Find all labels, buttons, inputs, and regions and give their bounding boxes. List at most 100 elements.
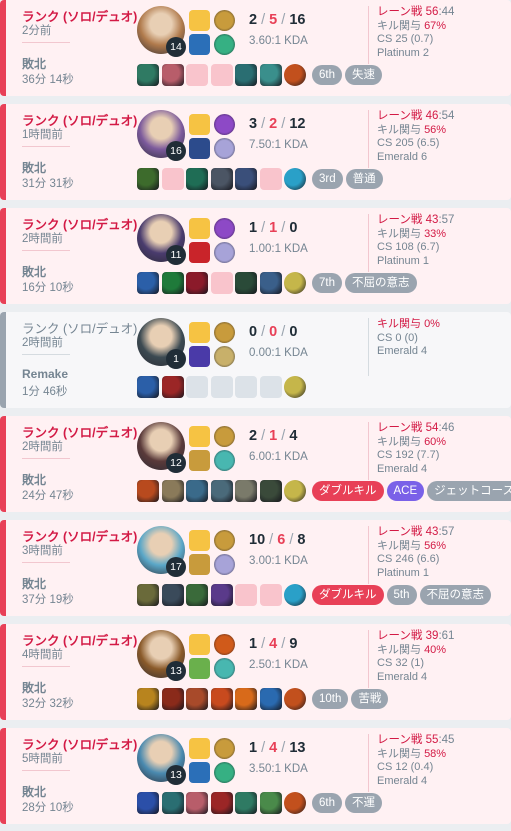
item-slot-icon[interactable] bbox=[161, 584, 184, 606]
match-card[interactable]: ランク (ソロ/デュオ) 4時間前 敗北 32分 32秒 13 1 / 4 / 9 2.50… bbox=[0, 624, 511, 720]
secondary-rune-icon[interactable] bbox=[214, 762, 235, 783]
item-slot-icon[interactable] bbox=[235, 480, 257, 502]
item-slot-icon[interactable] bbox=[186, 792, 208, 814]
summoner-spell-1-icon[interactable] bbox=[189, 426, 210, 447]
item-slot-icon[interactable] bbox=[186, 272, 208, 294]
item-slot-icon[interactable] bbox=[137, 272, 159, 294]
summoner-spell-1-icon[interactable] bbox=[189, 738, 210, 759]
summoner-spell-1-icon[interactable] bbox=[189, 114, 210, 135]
average-tier: Platinum 1 bbox=[377, 254, 429, 267]
summoner-spell-2-icon[interactable] bbox=[189, 450, 210, 471]
keystone-rune-icon[interactable] bbox=[214, 530, 235, 551]
item-slot-icon[interactable] bbox=[137, 480, 159, 502]
secondary-rune-icon[interactable] bbox=[214, 554, 235, 575]
summoner-spell-1-icon[interactable] bbox=[189, 322, 210, 343]
match-card[interactable]: ランク (ソロ/デュオ) 2分前 敗北 36分 14秒 14 2 / 5 / 16 3.60… bbox=[0, 0, 511, 96]
summoner-spell-2-icon[interactable] bbox=[189, 34, 210, 55]
item-slot-icon[interactable] bbox=[235, 792, 257, 814]
item-slot-icon[interactable] bbox=[210, 688, 233, 710]
kills: 1 bbox=[249, 220, 258, 236]
keystone-rune-icon[interactable] bbox=[214, 634, 235, 655]
item-slot-icon[interactable] bbox=[259, 688, 282, 710]
item-slot-icon[interactable] bbox=[137, 376, 159, 398]
trinket-slot-icon[interactable] bbox=[284, 64, 306, 86]
item-slot-icon[interactable] bbox=[161, 272, 184, 294]
item-slot-icon[interactable] bbox=[137, 688, 159, 710]
item-slot-icon[interactable] bbox=[235, 688, 257, 710]
item-slot-icon[interactable] bbox=[186, 688, 208, 710]
kda-score: 1 / 4 / 9 bbox=[249, 636, 297, 652]
match-badge: 6th bbox=[312, 65, 342, 85]
keystone-rune-icon[interactable] bbox=[214, 218, 235, 239]
item-slot-icon[interactable] bbox=[137, 168, 159, 190]
item-slot-icon[interactable] bbox=[186, 480, 208, 502]
item-slot-icon[interactable] bbox=[137, 64, 159, 86]
trinket-slot-icon[interactable] bbox=[284, 376, 306, 398]
match-card[interactable]: ランク (ソロ/デュオ) 2時間前 Remake 1分 46秒 1 0 / 0 / 0 0.… bbox=[0, 312, 511, 408]
trinket-slot-icon[interactable] bbox=[284, 168, 306, 190]
keystone-rune-icon[interactable] bbox=[214, 10, 235, 31]
trinket-slot-icon[interactable] bbox=[284, 792, 306, 814]
secondary-rune-icon[interactable] bbox=[214, 138, 235, 159]
match-card[interactable]: ランク (ソロ/デュオ) 5時間前 敗北 28分 10秒 13 1 / 4 / 13 3.5… bbox=[0, 728, 511, 824]
kill-participation-value: 33% bbox=[424, 227, 447, 240]
lane-rest: :46 bbox=[438, 422, 454, 434]
match-card[interactable]: ランク (ソロ/デュオ) 2時間前 敗北 16分 10秒 11 1 / 1 / 0 1.00… bbox=[0, 208, 511, 304]
trinket-slot-icon[interactable] bbox=[284, 688, 306, 710]
item-slot-icon[interactable] bbox=[186, 584, 208, 606]
keystone-rune-icon[interactable] bbox=[214, 114, 235, 135]
item-slot-icon[interactable] bbox=[210, 792, 233, 814]
summoner-spell-2-icon[interactable] bbox=[189, 554, 210, 575]
summoner-spell-1-icon[interactable] bbox=[189, 634, 210, 655]
item-slot-icon[interactable] bbox=[259, 64, 282, 86]
item-slot-icon[interactable] bbox=[186, 168, 208, 190]
item-slot-icon[interactable] bbox=[210, 584, 233, 606]
summoner-spell-2-icon[interactable] bbox=[189, 242, 210, 263]
match-card[interactable]: ランク (ソロ/デュオ) 2時間前 敗北 24分 47秒 12 2 / 1 / 4 6.00… bbox=[0, 416, 511, 512]
summoner-spell-2-icon[interactable] bbox=[189, 658, 210, 679]
secondary-rune-icon[interactable] bbox=[214, 346, 235, 367]
match-stats: レーン戦 56:44 キル関与 67% CS 25 (0.7) Platinum 2 bbox=[377, 6, 454, 60]
info-divider bbox=[22, 770, 70, 771]
keystone-rune-icon[interactable] bbox=[214, 322, 235, 343]
match-badge: 3rd bbox=[312, 169, 343, 189]
trinket-slot-icon[interactable] bbox=[284, 480, 306, 502]
lane-rest: :54 bbox=[438, 110, 454, 122]
keystone-rune-icon[interactable] bbox=[214, 738, 235, 759]
summoner-spell-2-icon[interactable] bbox=[189, 762, 210, 783]
item-slot-icon[interactable] bbox=[161, 376, 184, 398]
item-slot-icon[interactable] bbox=[235, 64, 257, 86]
match-card[interactable]: ランク (ソロ/デュオ) 3時間前 敗北 37分 19秒 17 10 / 6 / 8 3.0… bbox=[0, 520, 511, 616]
trinket-slot-icon[interactable] bbox=[284, 584, 306, 606]
item-slot-icon[interactable] bbox=[259, 792, 282, 814]
secondary-rune-icon[interactable] bbox=[214, 658, 235, 679]
match-badge: 10th bbox=[312, 689, 349, 709]
secondary-rune-icon[interactable] bbox=[214, 450, 235, 471]
item-slot-icon[interactable] bbox=[235, 272, 257, 294]
secondary-rune-icon[interactable] bbox=[214, 34, 235, 55]
lane-them: 45 bbox=[441, 734, 455, 746]
summoner-spell-1-icon[interactable] bbox=[189, 218, 210, 239]
item-slot-icon[interactable] bbox=[137, 584, 159, 606]
item-slot-icon[interactable] bbox=[161, 64, 184, 86]
item-slot-icon[interactable] bbox=[235, 168, 257, 190]
summoner-spell-1-icon[interactable] bbox=[189, 10, 210, 31]
match-card[interactable]: ランク (ソロ/デュオ) 1時間前 敗北 31分 31秒 16 3 / 2 / 12 7.5… bbox=[0, 104, 511, 200]
secondary-rune-icon[interactable] bbox=[214, 242, 235, 263]
lane-rest: :45 bbox=[438, 734, 454, 746]
item-slot-icon[interactable] bbox=[161, 688, 184, 710]
summoner-spell-2-icon[interactable] bbox=[189, 346, 210, 367]
item-slot-icon[interactable] bbox=[161, 792, 184, 814]
summoner-spell-1-icon[interactable] bbox=[189, 530, 210, 551]
kda-slash: / bbox=[285, 532, 298, 548]
item-slot-icon[interactable] bbox=[259, 480, 282, 502]
keystone-rune-icon[interactable] bbox=[214, 426, 235, 447]
item-slot-icon[interactable] bbox=[259, 272, 282, 294]
item-slot-icon[interactable] bbox=[210, 168, 233, 190]
item-slot-icon[interactable] bbox=[137, 792, 159, 814]
item-slot-icon[interactable] bbox=[161, 480, 184, 502]
trinket-slot-icon[interactable] bbox=[284, 272, 306, 294]
match-badge: ダブルキル bbox=[312, 481, 384, 501]
item-slot-icon[interactable] bbox=[210, 480, 233, 502]
summoner-spell-2-icon[interactable] bbox=[189, 138, 210, 159]
